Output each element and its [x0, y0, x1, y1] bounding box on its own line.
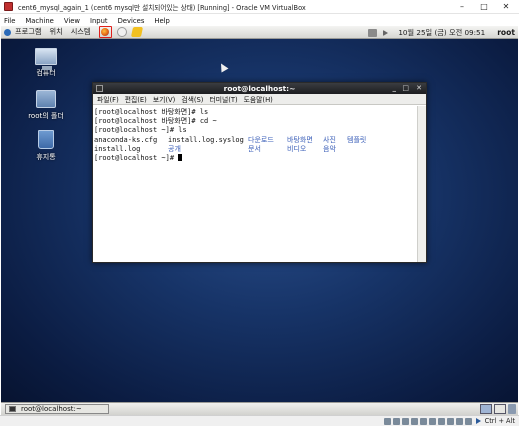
- trash-applet-icon[interactable]: [508, 404, 516, 414]
- hard-disk-icon[interactable]: [383, 417, 391, 425]
- ls-directory: 음악: [323, 144, 336, 153]
- terminal-output[interactable]: [root@localhost 바탕화면]# ls [root@localhost…: [93, 106, 417, 262]
- ls-file: install.log: [94, 144, 141, 153]
- mail-icon[interactable]: [116, 27, 127, 37]
- host-key-label: Ctrl + Alt: [484, 417, 515, 425]
- ls-file: install.log.syslog: [168, 135, 244, 144]
- panel-tray: 10월 25일 (금) 오전 09:51 root: [362, 26, 515, 39]
- terminal-menu-search[interactable]: 검색(S): [178, 94, 206, 104]
- minimize-button[interactable]: –: [451, 1, 473, 13]
- gnome-foot-icon: [4, 28, 11, 36]
- mouse-integration-icon[interactable]: [464, 417, 472, 425]
- panel-menu-system[interactable]: 시스템: [71, 27, 91, 37]
- workspace-switcher-1[interactable]: [480, 404, 492, 414]
- menu-view[interactable]: View: [59, 17, 85, 25]
- panel-menu-applications[interactable]: 프로그램: [15, 27, 41, 37]
- vbox-titlebar: cent6_mysql_again_1 (cent6 mysql만 설치되어있는…: [0, 0, 519, 14]
- terminal-scrollbar[interactable]: [417, 106, 426, 262]
- gnome-bottom-panel: root@localhost:~: [1, 402, 518, 415]
- ls-directory: 비디오: [287, 144, 307, 153]
- terminal-title: root@localhost:~: [223, 84, 296, 93]
- virtualbox-app-icon: [4, 2, 13, 11]
- terminal-window[interactable]: root@localhost:~ _ □ ✕ 파일(F) 편집(E) 보기(V)…: [92, 82, 427, 263]
- vbox-menubar: File Machine View Input Devices Help: [0, 15, 519, 26]
- note-icon[interactable]: [130, 27, 143, 37]
- desktop-icon-computer[interactable]: 컴퓨터: [19, 48, 73, 78]
- desktop-icon-home[interactable]: root의 폴더: [19, 90, 73, 121]
- terminal-close-button[interactable]: ✕: [416, 83, 422, 94]
- terminal-icon: [9, 406, 16, 412]
- home-folder-icon: [36, 90, 56, 108]
- terminal-menu-terminal[interactable]: 터미널(T): [206, 94, 240, 104]
- terminal-menubar: 파일(F) 편집(E) 보기(V) 검색(S) 터미널(T) 도움말(H): [93, 94, 426, 105]
- volume-icon[interactable]: [383, 29, 389, 36]
- terminal-titlebar[interactable]: root@localhost:~ _ □ ✕: [93, 83, 426, 94]
- terminal-line: [root@localhost ~]# ls: [94, 126, 187, 135]
- terminal-icon: [96, 85, 103, 92]
- network-icon[interactable]: [368, 28, 378, 37]
- usb-icon[interactable]: [419, 417, 427, 425]
- terminal-menu-help[interactable]: 도움말(H): [241, 94, 276, 104]
- menu-input[interactable]: Input: [85, 17, 113, 25]
- gnome-top-panel: 프로그램 위치 시스템 10월 25일 (금) 오전 09:51 root: [1, 26, 518, 39]
- close-button[interactable]: ✕: [495, 1, 517, 13]
- terminal-prompt: [root@localhost ~]#: [94, 154, 179, 163]
- terminal-line: [root@localhost 바탕화면]# ls: [94, 108, 209, 116]
- network-icon[interactable]: [410, 417, 418, 425]
- ls-directory: 바탕화면: [287, 135, 313, 144]
- taskbar-terminal-button[interactable]: root@localhost:~: [5, 404, 109, 414]
- desktop-icon-label: root의 폴더: [28, 112, 64, 120]
- ls-output-row: anaconda-ks.cfg install.log.syslog 다운로드 바탕화…: [94, 136, 416, 145]
- menu-file[interactable]: File: [0, 17, 20, 25]
- terminal-menu-file[interactable]: 파일(F): [93, 94, 122, 104]
- ls-output-row: install.log 공개 문서 비디오 음악: [94, 145, 416, 154]
- cpu-icon[interactable]: [455, 417, 463, 425]
- menu-machine[interactable]: Machine: [20, 17, 58, 25]
- video-capture-icon[interactable]: [446, 417, 454, 425]
- maximize-button[interactable]: □: [473, 1, 495, 13]
- desktop-icon-trash[interactable]: 휴지통: [19, 130, 73, 162]
- terminal-menu-edit[interactable]: 편집(E): [122, 94, 150, 104]
- vbox-statusbar: Ctrl + Alt: [0, 415, 519, 426]
- menu-devices[interactable]: Devices: [113, 17, 150, 25]
- ls-directory: 문서: [248, 144, 261, 153]
- host-key-arrow-icon: [475, 418, 481, 424]
- ls-directory: 공개: [168, 144, 181, 153]
- panel-user-name[interactable]: root: [497, 28, 515, 37]
- firefox-icon[interactable]: [98, 26, 112, 38]
- computer-icon: [35, 48, 57, 70]
- trash-icon: [38, 130, 54, 149]
- guest-desktop[interactable]: 프로그램 위치 시스템 10월 25일 (금) 오전 09:51 root 컴퓨…: [1, 26, 518, 402]
- ls-directory: 템플릿: [347, 135, 367, 144]
- ls-directory: 사진: [323, 135, 336, 144]
- terminal-maximize-button[interactable]: □: [402, 83, 409, 94]
- display-icon[interactable]: [437, 417, 445, 425]
- terminal-menu-view[interactable]: 보기(V): [150, 94, 178, 104]
- ls-file: anaconda-ks.cfg: [94, 135, 158, 144]
- shared-folder-icon[interactable]: [428, 417, 436, 425]
- mouse-cursor-icon: [217, 61, 229, 73]
- terminal-prompt-line: [root@localhost ~]#: [94, 154, 416, 163]
- terminal-minimize-button[interactable]: _: [393, 83, 397, 94]
- audio-icon[interactable]: [401, 417, 409, 425]
- optical-drive-icon[interactable]: [392, 417, 400, 425]
- ls-directory: 다운로드: [248, 135, 274, 144]
- panel-clock[interactable]: 10월 25일 (금) 오전 09:51: [398, 28, 485, 38]
- text-cursor: [178, 154, 183, 162]
- desktop-icon-label: 휴지통: [36, 153, 56, 161]
- taskbar-label: root@localhost:~: [21, 405, 82, 413]
- window-title: cent6_mysql_again_1 (cent6 mysql만 설치되어있는…: [18, 3, 306, 12]
- panel-menu-places[interactable]: 위치: [49, 27, 62, 37]
- workspace-switcher-2[interactable]: [494, 404, 506, 414]
- terminal-line: [root@localhost 바탕화면]# cd ~: [94, 117, 217, 126]
- menu-help[interactable]: Help: [149, 17, 175, 25]
